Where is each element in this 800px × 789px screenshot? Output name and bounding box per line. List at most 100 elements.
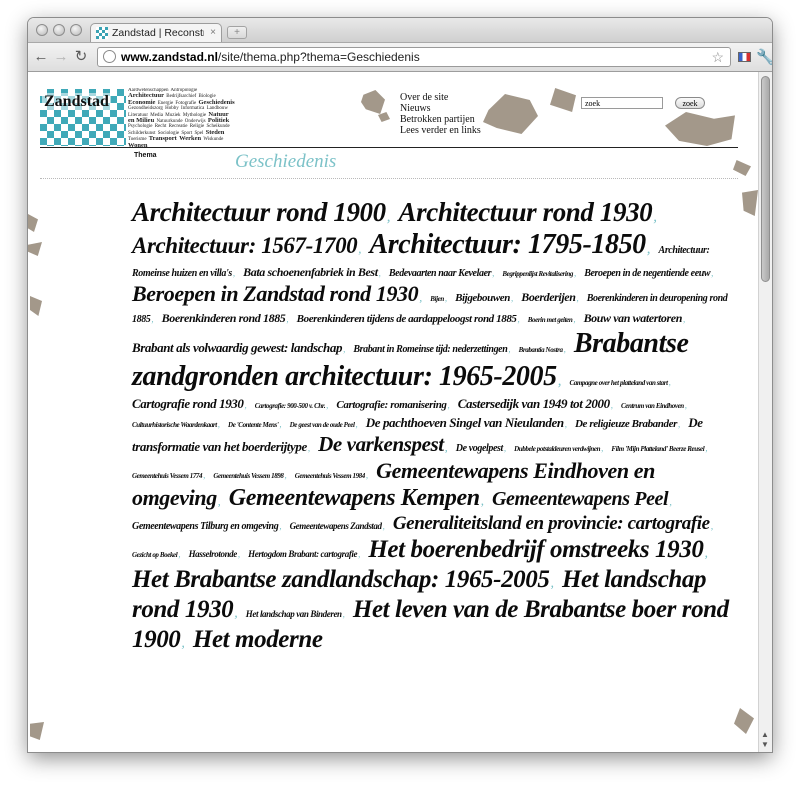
bookmark-star-icon[interactable]: ☆ [711,48,724,66]
browser-tab[interactable]: Zandstad | Reconstructie van × [90,23,222,42]
topic-tag-link[interactable]: Cultuurhistorische Waardenkaart [132,421,217,429]
nav-link[interactable]: Betrokken partijen [400,114,481,125]
back-arrow-icon[interactable]: ← [32,47,50,67]
topic-tag-link[interactable]: Het Brabantse zandlandschap: 1965-2005 [132,566,550,593]
tag-separator: , [203,469,206,480]
topic-tag-cloud: Architectuur rond 1900, Architectuur ron… [132,196,732,655]
topic-tag-link[interactable]: Boerin met geiten [528,316,573,324]
mini-theme-link[interactable]: Natuurkunde [156,119,182,124]
scroll-down-icon[interactable]: ▼ [761,740,769,749]
topic-tag-link[interactable]: Bouw van watertoren [584,311,683,325]
zoom-window-button[interactable] [70,24,82,36]
mini-theme-link[interactable]: Transport [149,135,177,143]
forward-arrow-icon[interactable]: → [52,47,70,67]
topic-tag-link[interactable]: Film 'Mijn Platteland' Beerze Reusel [611,445,704,453]
new-tab-button[interactable]: + [227,26,247,39]
mini-theme-link[interactable]: Psychologie [128,124,152,129]
topic-tag-link[interactable]: De religieuze Brabander [575,418,677,430]
mini-theme-link[interactable]: Werken [179,135,201,143]
topic-tag-link[interactable]: Boerderijen [521,290,576,304]
tag-separator: , [710,520,714,532]
mini-theme-link[interactable]: Steden [206,129,225,136]
topic-tag-link[interactable]: Gemeentehuis Vessem 1984 [295,472,366,480]
mini-theme-link[interactable]: Wiskunde [203,137,223,142]
topic-tag-link[interactable]: Het moderne [193,626,323,653]
topic-tag-link[interactable]: De 'Contente Mens' [228,421,279,429]
topic-tag-link[interactable]: Generaliteitsland en provincie: cartogra… [393,513,710,534]
mini-theme-link[interactable]: Fotografie [175,101,196,106]
topic-tag-link[interactable]: Architectuur: 1567-1700 [132,233,358,258]
topic-tag-link[interactable]: Beroepen in de negentiende eeuw [584,268,710,279]
search-button[interactable]: zoek [675,97,705,109]
topic-tag-link[interactable]: Gemeentewapens Kempen [229,485,480,511]
topic-tag-link[interactable]: Dubbele potstaldeuren verdwijnen [514,445,600,453]
topic-tag-link[interactable]: Het boerenbedrijf omstreeks 1930 [368,536,703,563]
nav-link[interactable]: Over de site [400,92,481,103]
topic-tag-link[interactable]: Architectuur rond 1900 [132,197,386,227]
topic-tag-link[interactable]: Gezicht op Boekel [132,551,178,559]
mini-theme-link[interactable]: Recreatie [169,124,188,129]
wrench-icon[interactable]: 🔧 [756,48,772,66]
mini-theme-link[interactable]: Gezondheidszorg [128,106,163,111]
minimize-window-button[interactable] [53,24,65,36]
mini-theme-link[interactable]: Energie [158,101,173,106]
tab-close-icon[interactable]: × [210,24,216,42]
mini-theme-link[interactable]: Economie [128,99,155,106]
extension-icon[interactable] [738,52,751,62]
topic-tag-link[interactable]: Gemeentewapens Tilburg en omgeving [132,521,279,532]
mini-theme-link[interactable]: Politiek [208,117,229,124]
topic-tag-link[interactable]: Castersedijk van 1949 tot 2000 [458,396,610,411]
topic-tag-link[interactable]: Gemeentewapens Zandstad [290,521,382,531]
scroll-up-icon[interactable]: ▲ [761,730,769,739]
mini-theme-link[interactable]: Antropologie [171,88,198,93]
topic-tag-link[interactable]: Beroepen in Zandstad rond 1930 [132,281,419,306]
topic-tag-link[interactable]: Bijen [430,295,444,303]
mini-theme-link[interactable]: Muziek [165,113,180,118]
reload-icon[interactable]: ↻ [72,47,90,67]
mini-theme-link[interactable]: Religie [190,124,204,129]
topic-tag-link[interactable]: Cartografie: romanisering [336,399,447,411]
topic-tag-link[interactable]: Boerenkinderen rond 1885 [162,311,286,325]
search-input[interactable]: zoek [581,97,663,109]
topic-tag-link[interactable]: De varkenspest [318,432,444,456]
topic-tag-link[interactable]: Bedevaarten naar Kevelaer [389,268,492,279]
topic-tag-link[interactable]: Centrum van Eindhoven [621,402,684,410]
topic-tag-link[interactable]: Cartografie rond 1930 [132,396,244,411]
mini-theme-link[interactable]: Hobby [165,106,179,111]
mini-theme-link[interactable]: Mythologie [183,113,206,118]
topic-tag-link[interactable]: Architectuur: 1795-1850 [370,229,647,260]
topic-tag-link[interactable]: Gemeentehuis Vessem 1898 [213,472,284,480]
nav-link[interactable]: Lees verder en links [400,125,481,136]
tag-separator: , [704,546,708,562]
topic-tag-link[interactable]: Gemeentehuis Vessem 1774 [132,472,203,480]
mini-theme-link[interactable]: Onderwijs [185,119,206,124]
topic-tag-link[interactable]: Bijgebouwen [455,292,510,304]
close-window-button[interactable] [36,24,48,36]
topic-tag-link[interactable]: Hasselrotonde [189,549,238,559]
topic-tag-link[interactable]: Hertogdom Brabant: cartografie [248,549,357,559]
topic-tag-link[interactable]: Gemeentewapens Peel [492,488,669,510]
mini-theme-link[interactable]: Recht [155,124,167,129]
nav-link[interactable]: Nieuws [400,103,481,114]
topic-tag-link[interactable]: De vogelpest [456,443,504,454]
page-scrollbar[interactable]: ▲ ▼ [758,72,772,752]
topic-tag-link[interactable]: Brabant als volwaardig gewest: landschap [132,340,342,355]
topic-tag-link[interactable]: Bata schoenenfabriek in Best [243,265,378,279]
topic-tag-link[interactable]: De geest van de oude Peel [290,421,355,429]
topic-tag-link[interactable]: Architectuur rond 1930 [399,197,653,227]
mini-theme-link[interactable]: Bedrijfsarchief [166,94,196,99]
mini-theme-link[interactable]: Informatica [181,106,204,111]
tag-separator: , [576,293,579,304]
scrollbar-thumb[interactable] [761,76,770,282]
topic-tag-link[interactable]: Cartografie: 900-500 v. Chr. [255,402,326,410]
topic-tag-link[interactable]: Brabantia Nostra [519,346,563,354]
topic-tag-link[interactable]: Het landschap van Binderen [246,609,342,619]
mini-theme-link[interactable]: Geschiedenis [199,99,235,106]
topic-tag-link[interactable]: Campagne over het platteland van start [569,379,668,387]
logo-text: Zandstad [42,93,111,110]
topic-tag-link[interactable]: De pachthoeven Singel van Nieulanden [366,415,564,430]
topic-tag-link[interactable]: Boerenkinderen tijdens de aardappeloogst… [297,313,517,325]
address-bar[interactable]: www.zandstad.nl/site/thema.php?thema=Ges… [97,47,731,67]
topic-tag-link[interactable]: Brabant in Romeinse tijd: nederzettingen [353,344,507,355]
topic-tag-link[interactable]: Begrippenlijst Revitalisering [502,270,573,278]
